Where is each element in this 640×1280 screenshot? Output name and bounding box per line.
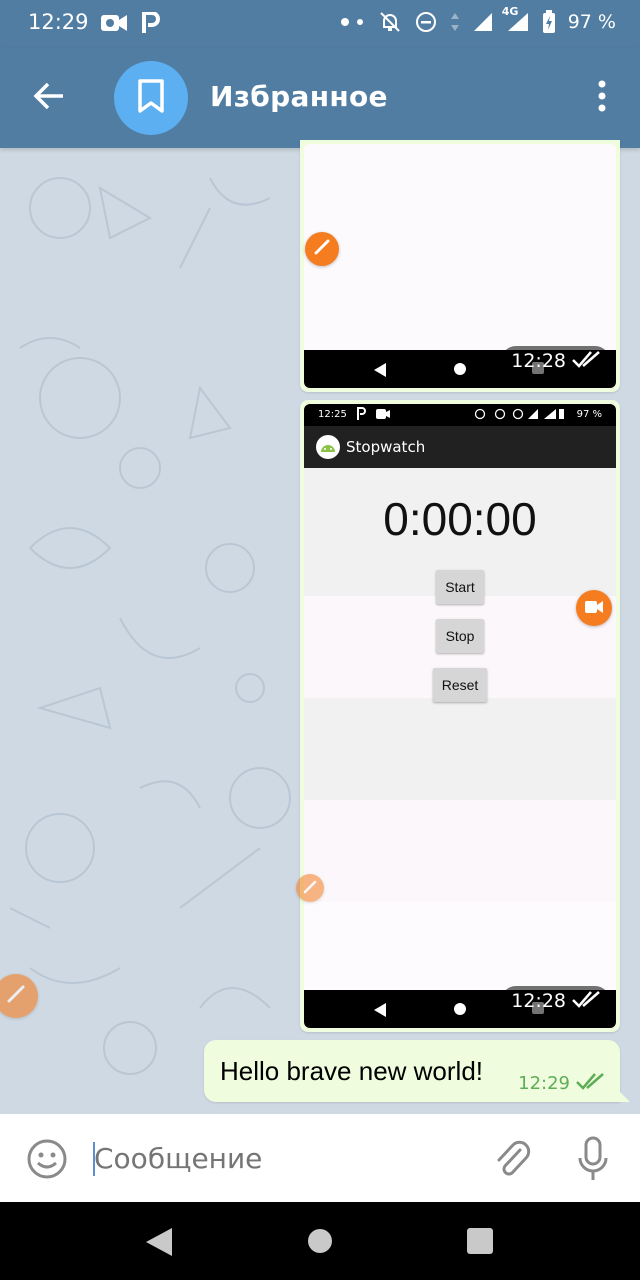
- microphone-icon[interactable]: [576, 1136, 610, 1186]
- band: [304, 800, 616, 902]
- preview-status-icons-right: [474, 408, 564, 423]
- back-button[interactable]: [24, 78, 74, 118]
- video-camera-icon: [584, 599, 604, 618]
- system-recents-button[interactable]: [467, 1228, 493, 1258]
- record-badge[interactable]: [576, 590, 612, 626]
- paperclip-icon[interactable]: [492, 1138, 532, 1184]
- text-message[interactable]: Hello brave new world! 12:29: [204, 1040, 630, 1102]
- dots-icon: [340, 15, 366, 29]
- stopwatch-display: 0:00:00: [383, 493, 537, 545]
- chat-header: Избранное: [0, 48, 640, 148]
- parking-p-icon: [142, 12, 160, 34]
- do-not-disturb-icon: [414, 10, 438, 34]
- message-time: 12:28: [511, 350, 566, 372]
- saved-messages-avatar[interactable]: [114, 61, 188, 135]
- edit-badge-1[interactable]: [305, 232, 339, 266]
- nav-home-icon: [454, 363, 466, 375]
- screenshot-preview-1[interactable]: 12:28: [304, 144, 616, 388]
- video-camera-icon: [100, 12, 128, 34]
- emoji-icon[interactable]: [26, 1138, 68, 1184]
- message-time-badge: 12:28: [501, 986, 610, 1016]
- preview-status-icons-left: [356, 407, 392, 424]
- preview-app-title: Stopwatch: [346, 438, 426, 456]
- android-logo-icon: [316, 435, 340, 459]
- system-back-button[interactable]: [146, 1228, 172, 1260]
- nav-back-icon: [374, 1002, 386, 1021]
- chat-title[interactable]: Избранное: [210, 80, 388, 113]
- edit-badge-2[interactable]: [296, 874, 324, 902]
- preview-status-time: 12:25: [318, 409, 347, 420]
- preview-battery: 97 %: [576, 409, 602, 420]
- bookmark-icon: [136, 78, 166, 118]
- nav-back-icon: [374, 362, 386, 381]
- bubble-tail: [618, 1090, 630, 1102]
- image-message-2[interactable]: 12:25 97 % Stopwatch 0:00:00 Start Stop: [300, 400, 620, 1032]
- battery-level: 97 %: [567, 11, 616, 33]
- message-text: Hello brave new world!: [220, 1056, 484, 1086]
- battery-charging-icon: [542, 10, 556, 34]
- system-navigation-bar: [0, 1202, 640, 1280]
- more-options-button[interactable]: [590, 78, 614, 118]
- notifications-off-icon: [378, 10, 402, 34]
- message-meta: 12:29: [518, 1072, 606, 1095]
- brush-icon: [6, 984, 26, 1008]
- composer-bar: [0, 1114, 640, 1202]
- preview-status-bar: 12:25 97 %: [304, 404, 616, 426]
- preview-app-bar: Stopwatch: [304, 426, 616, 468]
- band: [304, 698, 616, 800]
- start-button[interactable]: Start: [436, 570, 484, 604]
- system-home-button[interactable]: [307, 1228, 333, 1258]
- message-time-badge: 12:28: [501, 346, 610, 376]
- brush-icon: [303, 879, 317, 898]
- stopwatch-screen: 0:00:00 Start Stop Reset: [304, 468, 616, 994]
- arrow-back-icon: [33, 82, 65, 114]
- data-arrows-icon: [450, 11, 460, 33]
- reset-button[interactable]: Reset: [433, 668, 487, 702]
- more-vert-icon: [598, 80, 606, 116]
- double-check-icon: [572, 990, 602, 1013]
- double-check-icon: [572, 350, 602, 373]
- band: [304, 902, 616, 994]
- network-type: 4G: [501, 5, 519, 18]
- stop-button[interactable]: Stop: [436, 619, 484, 653]
- nav-home-icon: [454, 1003, 466, 1015]
- message-input[interactable]: [94, 1142, 454, 1175]
- status-time: 12:29: [28, 10, 89, 34]
- status-right-icons: 4G 97 %: [340, 5, 616, 34]
- cell-signal-icon: 4G: [502, 5, 530, 33]
- message-time: 12:29: [518, 1073, 570, 1094]
- screenshot-preview-2[interactable]: 12:25 97 % Stopwatch 0:00:00 Start Stop: [304, 404, 616, 1028]
- message-time: 12:28: [511, 990, 566, 1012]
- brush-icon: [313, 238, 331, 260]
- status-bar: 12:29 4G 97 %: [0, 0, 640, 48]
- double-check-icon: [576, 1072, 606, 1095]
- wifi-signal-icon: [472, 11, 494, 33]
- image-message-1[interactable]: 12:28: [300, 140, 620, 392]
- status-left-icons: [100, 12, 160, 34]
